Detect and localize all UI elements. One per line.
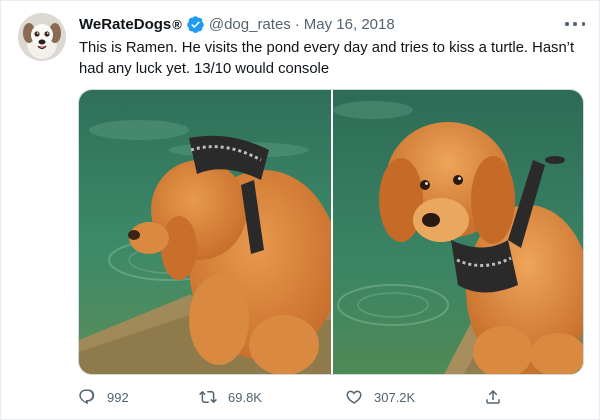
header-separator: · [294, 15, 300, 33]
verified-badge-icon [186, 15, 205, 34]
author-display-name[interactable]: WeRateDogs [79, 16, 171, 33]
share-button[interactable] [484, 385, 502, 409]
like-icon [346, 390, 362, 404]
share-icon [486, 389, 500, 404]
reply-count: 992 [107, 389, 129, 405]
puppy-leaning-to-water-image [79, 90, 331, 374]
tweet-date[interactable]: May 16, 2018 [304, 16, 395, 33]
photo-2[interactable] [333, 90, 583, 374]
tweet-actions: 992 69.8K 307.2K [78, 385, 508, 409]
tweet-card[interactable]: WeRateDogs ® @dog_rates · May 16, 2018 T… [0, 0, 600, 420]
reply-icon [79, 389, 95, 405]
reply-button[interactable]: 992 [78, 385, 129, 409]
puppy-sitting-at-pond-image [333, 90, 583, 374]
registered-mark: ® [172, 16, 182, 32]
media-grid [78, 89, 584, 375]
retweet-count: 69.8K [228, 389, 262, 405]
photo-1[interactable] [79, 90, 331, 374]
tweet-header: WeRateDogs ® @dog_rates · May 16, 2018 [79, 14, 395, 34]
retweet-button[interactable]: 69.8K [199, 385, 262, 409]
author-handle[interactable]: @dog_rates [209, 16, 291, 33]
more-icon[interactable] [565, 16, 585, 32]
avatar-dog-image [18, 13, 66, 61]
tweet-text: This is Ramen. He visits the pond every … [79, 40, 575, 77]
like-button[interactable]: 307.2K [345, 385, 415, 409]
like-count: 307.2K [374, 389, 416, 405]
retweet-icon [199, 390, 217, 404]
avatar[interactable] [18, 13, 66, 61]
